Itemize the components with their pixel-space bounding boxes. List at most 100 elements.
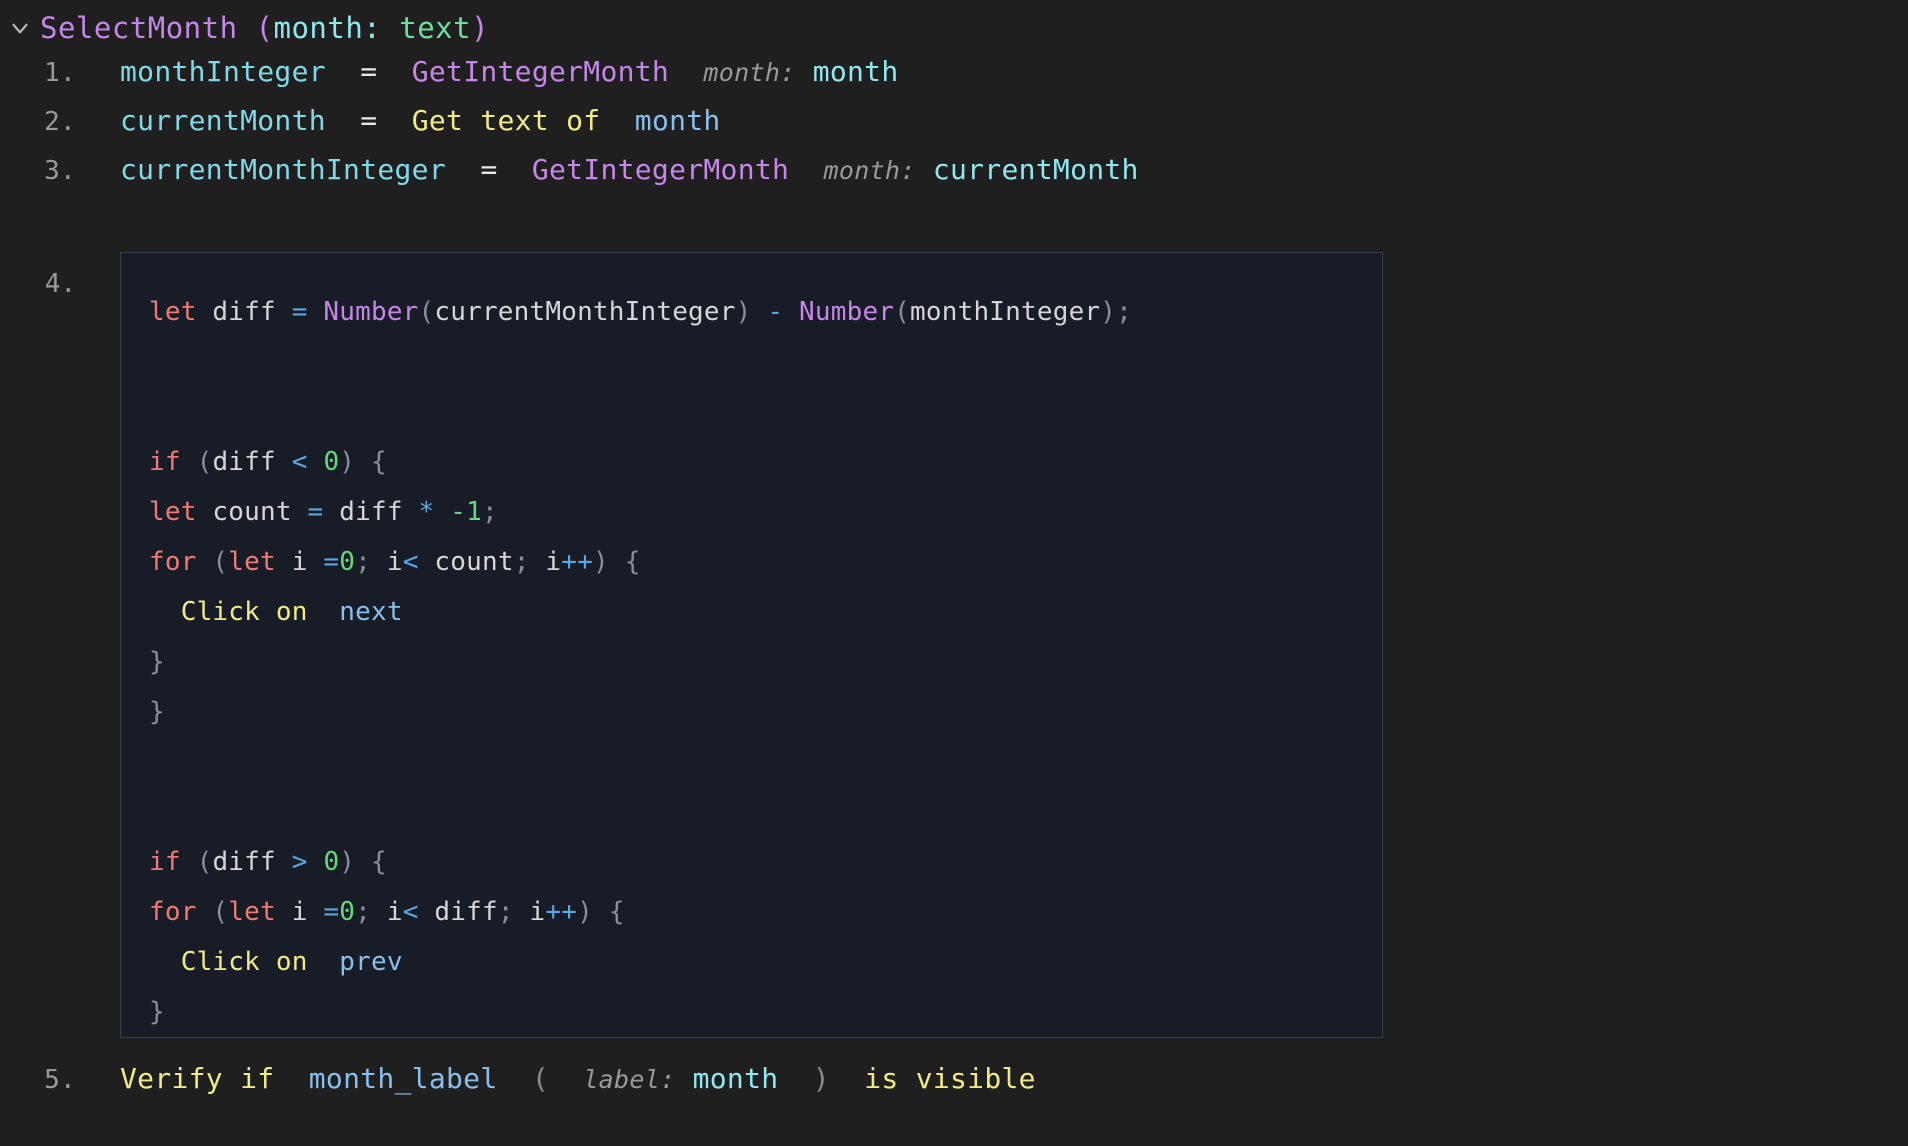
code-token: 0 bbox=[323, 447, 339, 477]
code-line: Click on next bbox=[149, 587, 1382, 637]
param-open-paren: ( bbox=[532, 1062, 549, 1095]
code-token: ( bbox=[419, 297, 435, 327]
code-token: ; bbox=[1116, 297, 1132, 327]
code-line bbox=[149, 737, 1382, 787]
function-signature-header[interactable]: SelectMonth ( month: text ) bbox=[0, 8, 489, 48]
code-token: diff bbox=[323, 497, 418, 527]
code-token: = bbox=[323, 897, 339, 927]
code-token: diff bbox=[212, 447, 291, 477]
code-token bbox=[181, 447, 197, 477]
code-line bbox=[149, 387, 1382, 437]
code-token: 0 bbox=[339, 547, 355, 577]
code-token bbox=[783, 297, 799, 327]
script-editor-canvas: SelectMonth ( month: text ) 1. monthInte… bbox=[0, 0, 1908, 1146]
assignment-operator: = bbox=[480, 153, 497, 186]
code-token: } bbox=[149, 647, 165, 677]
step-target-variable: currentMonth bbox=[120, 104, 326, 137]
code-token: -1 bbox=[450, 497, 482, 527]
code-token: ++ bbox=[561, 547, 593, 577]
code-line bbox=[149, 787, 1382, 837]
code-token: ; bbox=[355, 897, 371, 927]
step-content: currentMonthInteger = GetIntegerMonth mo… bbox=[120, 153, 1139, 186]
code-token: let bbox=[228, 897, 276, 927]
step-target-variable: monthInteger bbox=[120, 55, 326, 88]
step-param-label: month: bbox=[703, 58, 795, 87]
code-token: for bbox=[149, 897, 197, 927]
step-param-value: currentMonth bbox=[933, 153, 1139, 186]
code-token bbox=[355, 447, 371, 477]
step-number: 4. bbox=[0, 252, 76, 304]
code-token bbox=[355, 847, 371, 877]
step-param-value: month bbox=[813, 55, 899, 88]
code-token: i bbox=[514, 897, 546, 927]
code-token: * bbox=[419, 497, 435, 527]
code-token: Click on bbox=[181, 597, 308, 627]
code-token: ++ bbox=[545, 897, 577, 927]
code-token: count bbox=[197, 497, 308, 527]
code-token: { bbox=[609, 897, 625, 927]
code-token: 0 bbox=[339, 897, 355, 927]
code-token bbox=[593, 897, 609, 927]
code-line: if (diff < 0) { bbox=[149, 437, 1382, 487]
code-token: next bbox=[339, 597, 402, 627]
step-number: 2. bbox=[0, 107, 76, 137]
code-token: currentMonthInteger bbox=[434, 297, 735, 327]
chevron-down-icon[interactable] bbox=[0, 15, 40, 41]
code-token: prev bbox=[339, 947, 402, 977]
code-token: ( bbox=[197, 447, 213, 477]
step-row-3[interactable]: 3. currentMonthInteger = GetIntegerMonth… bbox=[0, 153, 1139, 186]
code-token: i bbox=[371, 897, 403, 927]
javascript-code-editor[interactable]: let diff = Number(currentMonthInteger) -… bbox=[120, 252, 1383, 1038]
code-token: Click on bbox=[181, 947, 308, 977]
step-row-5[interactable]: 5. Verify if month_label ( label: month … bbox=[0, 1062, 1036, 1095]
step-content: monthInteger = GetIntegerMonth month: mo… bbox=[120, 55, 899, 88]
step-action-name: GetIntegerMonth bbox=[412, 55, 669, 88]
code-token bbox=[308, 847, 324, 877]
code-token: ) bbox=[1100, 297, 1116, 327]
code-line: } bbox=[149, 637, 1382, 687]
code-token: ) bbox=[593, 547, 609, 577]
code-token: ; bbox=[498, 897, 514, 927]
step-row-1[interactable]: 1. monthInteger = GetIntegerMonth month:… bbox=[0, 55, 899, 88]
code-line: let count = diff * -1; bbox=[149, 487, 1382, 537]
step-row-4[interactable]: 4. let diff = Number(currentMonthInteger… bbox=[0, 252, 1383, 1038]
step-number: 3. bbox=[0, 156, 76, 186]
code-token: ) bbox=[339, 847, 355, 877]
code-token: > bbox=[292, 847, 308, 877]
code-token bbox=[197, 547, 213, 577]
code-token bbox=[609, 547, 625, 577]
code-token bbox=[308, 597, 340, 627]
code-token: ; bbox=[514, 547, 530, 577]
step-param-label: month: bbox=[824, 156, 916, 185]
code-line: let diff = Number(currentMonthInteger) -… bbox=[149, 287, 1382, 337]
code-token: = bbox=[308, 497, 324, 527]
code-token bbox=[434, 497, 450, 527]
code-token: < bbox=[403, 897, 419, 927]
function-open-paren: ( bbox=[256, 11, 274, 45]
code-token bbox=[181, 847, 197, 877]
function-param-name: month: bbox=[274, 11, 382, 45]
assignment-operator: = bbox=[360, 55, 377, 88]
code-line: } bbox=[149, 1037, 1382, 1038]
step-action-name: Verify if bbox=[120, 1062, 274, 1095]
code-token: diff bbox=[212, 847, 291, 877]
code-line: if (diff > 0) { bbox=[149, 837, 1382, 887]
step-param-label: label: bbox=[583, 1065, 675, 1094]
code-line bbox=[149, 337, 1382, 387]
step-number: 1. bbox=[0, 58, 76, 88]
code-token: { bbox=[371, 447, 387, 477]
step-target-variable: currentMonthInteger bbox=[120, 153, 446, 186]
code-line: Click on prev bbox=[149, 937, 1382, 987]
code-line: } bbox=[149, 987, 1382, 1037]
code-token: < bbox=[403, 547, 419, 577]
code-token: ) bbox=[577, 897, 593, 927]
code-token: = bbox=[323, 547, 339, 577]
code-token bbox=[308, 947, 340, 977]
step-row-2[interactable]: 2. currentMonth = Get text of month bbox=[0, 104, 721, 137]
code-token: if bbox=[149, 847, 181, 877]
code-token bbox=[149, 597, 181, 627]
code-token bbox=[149, 947, 181, 977]
step-element-name: month bbox=[635, 104, 721, 137]
code-token: ; bbox=[482, 497, 498, 527]
code-token: ( bbox=[212, 547, 228, 577]
